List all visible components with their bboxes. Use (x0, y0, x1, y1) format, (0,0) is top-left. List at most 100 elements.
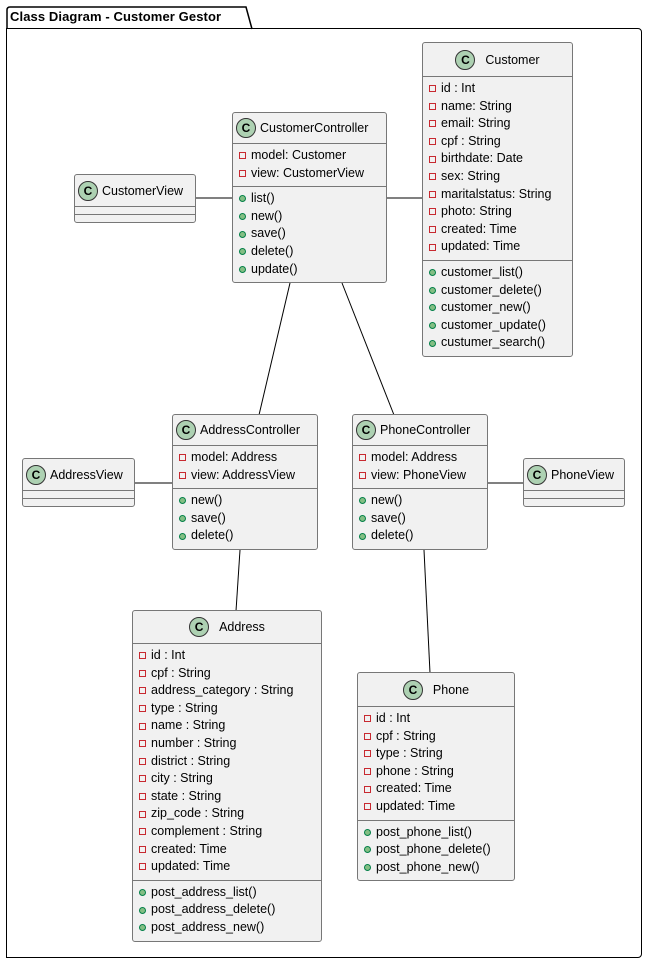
private-visibility-icon (429, 243, 436, 251)
method-text: update() (251, 261, 298, 276)
method-text: customer_list() (441, 264, 523, 279)
public-visibility-icon (139, 924, 146, 932)
attribute-text: state : String (151, 788, 222, 803)
attributes-section: id : Int cpf : String address_category : S… (133, 644, 321, 880)
class-header: C PhoneController (353, 415, 487, 446)
methods-section: customer_list() customer_delete() customer… (423, 259, 572, 356)
attribute-row: id : Int (429, 80, 572, 98)
public-visibility-icon (179, 532, 186, 540)
methods-section: list() new() save() delete() update() (233, 186, 386, 282)
attribute-row: view: AddressView (179, 467, 317, 485)
private-visibility-icon (239, 169, 246, 177)
attribute-row: created: Time (139, 841, 321, 859)
attributes-section: id : Int cpf : String type : String phone :… (358, 707, 514, 820)
attribute-row: address_category : String (139, 682, 321, 700)
attribute-row: name : String (139, 717, 321, 735)
attribute-row: zip_code : String (139, 805, 321, 823)
private-visibility-icon (364, 803, 371, 811)
public-visibility-icon (359, 532, 366, 540)
attribute-text: view: CustomerView (251, 165, 365, 180)
attribute-text: created: Time (376, 781, 452, 796)
attribute-text: type : String (376, 746, 443, 761)
methods-section: post_phone_list() post_phone_delete() post… (358, 819, 514, 881)
attribute-text: cpf : String (376, 728, 436, 743)
methods-section: new() save() delete() (173, 488, 317, 549)
attribute-row: view: CustomerView (239, 165, 386, 183)
methods-section: post_address_list() post_address_delete()… (133, 879, 321, 941)
attribute-text: cpf : String (441, 133, 501, 148)
class-address[interactable]: C Address id : Int cpf : String address_ca… (132, 610, 322, 942)
attribute-text: id : Int (376, 711, 411, 725)
public-visibility-icon (239, 213, 246, 221)
public-visibility-icon (239, 248, 246, 256)
class-phone-controller[interactable]: C PhoneController model: Address view: Ph… (352, 414, 488, 550)
attribute-row: model: Address (359, 449, 487, 467)
method-row: delete() (239, 243, 386, 261)
class-address-view[interactable]: C AddressView (22, 458, 135, 507)
class-address-controller[interactable]: C AddressController model: Address view: … (172, 414, 318, 550)
private-visibility-icon (139, 740, 146, 748)
public-visibility-icon (429, 269, 436, 277)
attributes-section (524, 491, 624, 498)
method-row: post_address_list() (139, 884, 321, 902)
class-phone-view[interactable]: C PhoneView (523, 458, 625, 507)
method-text: customer_new() (441, 300, 531, 315)
method-row: new() (239, 208, 386, 226)
class-stereotype-icon: C (402, 679, 423, 700)
attribute-text: id : Int (441, 81, 476, 95)
attributes-section (75, 207, 195, 214)
attribute-row: district : String (139, 753, 321, 771)
attributes-section: model: Customer view: CustomerView (233, 144, 386, 186)
method-text: new() (371, 493, 403, 508)
class-customer-view[interactable]: C CustomerView (74, 174, 196, 223)
class-header: C Phone (358, 673, 514, 707)
method-text: save() (191, 510, 226, 525)
class-phone[interactable]: C Phone id : Int cpf : String type : Strin… (357, 672, 515, 882)
public-visibility-icon (364, 864, 371, 872)
attribute-row: phone : String (364, 763, 514, 781)
attribute-row: updated: Time (364, 798, 514, 816)
class-header: C AddressController (173, 415, 317, 446)
attribute-text: created: Time (441, 221, 517, 236)
class-name: CustomerController (260, 121, 369, 135)
private-visibility-icon (179, 471, 186, 479)
attribute-text: maritalstatus: String (441, 186, 552, 201)
attribute-row: maritalstatus: String (429, 186, 572, 204)
attribute-text: phone : String (376, 763, 454, 778)
method-text: new() (251, 208, 283, 223)
method-text: delete() (371, 528, 414, 543)
attribute-text: updated: Time (441, 239, 521, 254)
attribute-row: view: PhoneView (359, 467, 487, 485)
attribute-row: updated: Time (139, 858, 321, 876)
attribute-text: model: Address (191, 450, 278, 464)
class-name: AddressController (200, 423, 301, 437)
method-text: delete() (191, 528, 234, 543)
class-name: Phone (432, 682, 470, 697)
method-row: post_phone_list() (364, 824, 514, 842)
private-visibility-icon (429, 138, 436, 146)
attribute-row: id : Int (139, 647, 321, 665)
private-visibility-icon (429, 85, 436, 93)
attribute-text: model: Address (371, 450, 458, 464)
class-customer[interactable]: C Customer id : Int name: String email: St… (422, 42, 573, 357)
private-visibility-icon (429, 208, 436, 216)
method-row: custumer_search() (429, 334, 572, 352)
method-row: save() (179, 510, 317, 528)
methods-section (524, 498, 624, 506)
private-visibility-icon (139, 863, 146, 871)
method-row: save() (359, 510, 487, 528)
private-visibility-icon (139, 669, 146, 677)
method-row: list() (239, 190, 386, 208)
attribute-row: city : String (139, 770, 321, 788)
method-text: new() (191, 493, 223, 508)
attribute-row: photo: String (429, 203, 572, 221)
public-visibility-icon (239, 265, 246, 273)
class-header: C Address (133, 611, 321, 644)
class-stereotype-icon: C (356, 420, 376, 440)
class-customer-controller[interactable]: C CustomerController model: Customer view… (232, 112, 387, 284)
attribute-text: birthdate: Date (441, 151, 523, 166)
private-visibility-icon (239, 152, 246, 160)
attribute-text: view: AddressView (191, 467, 295, 482)
attributes-section: model: Address view: AddressView (173, 446, 317, 488)
public-visibility-icon (364, 846, 371, 854)
